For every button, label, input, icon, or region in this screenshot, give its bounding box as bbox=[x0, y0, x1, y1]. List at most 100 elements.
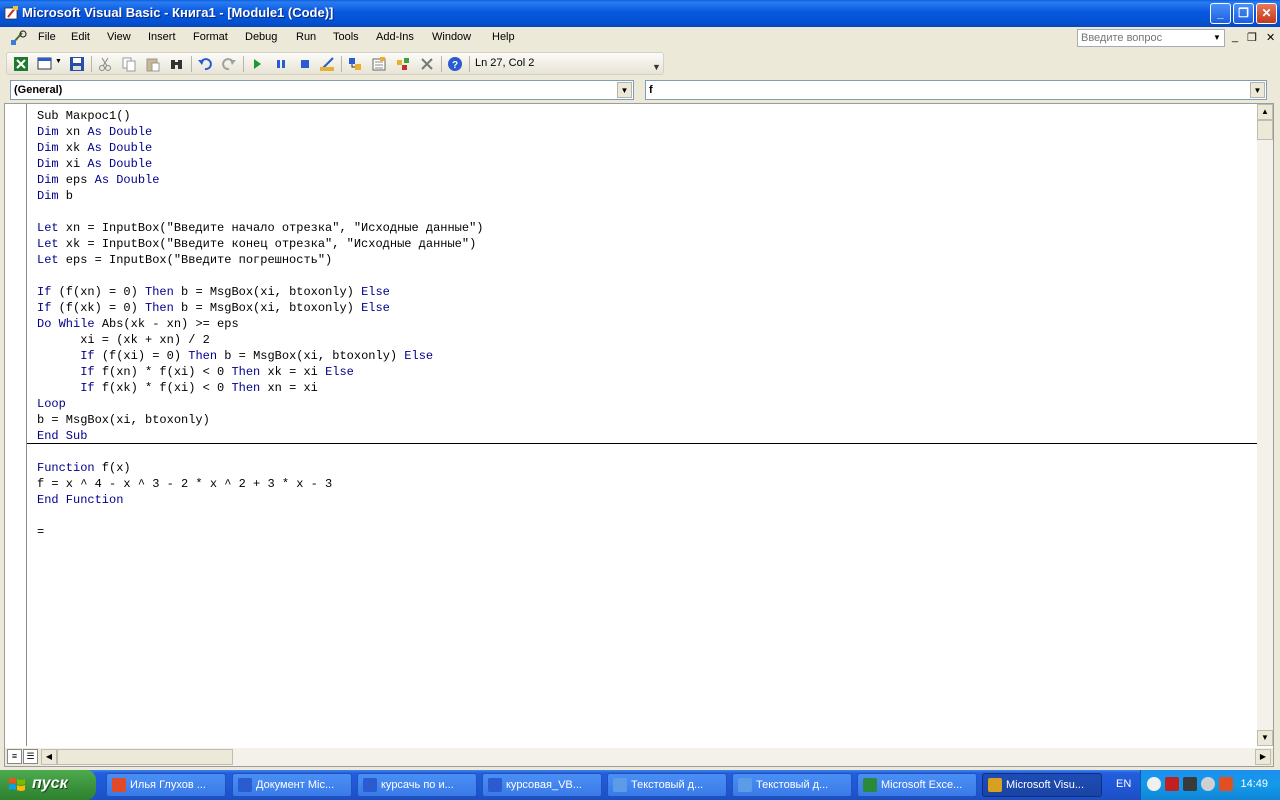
save-icon[interactable] bbox=[69, 56, 85, 72]
menu-debug[interactable]: Debug bbox=[245, 31, 277, 43]
code-line[interactable]: Loop bbox=[37, 396, 483, 412]
taskbar-button[interactable]: Илья Глухов ... bbox=[106, 773, 226, 797]
code-line[interactable]: = bbox=[37, 524, 483, 540]
code-line[interactable]: f = x ^ 4 - x ^ 3 - 2 * x ^ 2 + 3 * x - … bbox=[37, 476, 483, 492]
vertical-scrollbar[interactable]: ▲ ▼ bbox=[1257, 104, 1273, 746]
chevron-down-icon[interactable]: ▼ bbox=[1211, 31, 1223, 45]
code-line[interactable]: If f(xn) * f(xi) < 0 Then xk = xi Else bbox=[37, 364, 483, 380]
help-question-input[interactable] bbox=[1078, 30, 1208, 46]
insert-userform-icon[interactable] bbox=[37, 56, 53, 72]
language-indicator[interactable]: EN bbox=[1116, 778, 1131, 790]
properties-icon[interactable] bbox=[371, 56, 387, 72]
restore-button[interactable]: ❐ bbox=[1233, 3, 1254, 24]
scroll-down-icon[interactable]: ▼ bbox=[1257, 730, 1273, 746]
code-line[interactable]: Let xn = InputBox("Введите начало отрезк… bbox=[37, 220, 483, 236]
horizontal-scrollbar[interactable]: ◀ ▶ bbox=[41, 748, 1271, 766]
code-line[interactable]: Dim b bbox=[37, 188, 483, 204]
taskbar-button[interactable]: Документ Mic... bbox=[232, 773, 352, 797]
find-icon[interactable] bbox=[169, 56, 185, 72]
procedure-combo[interactable]: f ▼ bbox=[645, 80, 1267, 100]
excel-icon[interactable] bbox=[13, 56, 29, 72]
menu-window[interactable]: Window bbox=[432, 31, 471, 43]
menu-tools[interactable]: Tools bbox=[333, 31, 359, 43]
taskbar-button[interactable]: Текстовый д... bbox=[732, 773, 852, 797]
menu-format[interactable]: Format bbox=[193, 31, 228, 43]
design-mode-icon[interactable] bbox=[319, 56, 335, 72]
scroll-up-icon[interactable]: ▲ bbox=[1257, 104, 1273, 120]
scroll-right-icon[interactable]: ▶ bbox=[1255, 749, 1271, 765]
menu-help[interactable]: Help bbox=[492, 31, 515, 43]
chevron-down-icon[interactable]: ▼ bbox=[55, 58, 62, 65]
taskbar-button[interactable]: Microsoft Visu... bbox=[982, 773, 1102, 797]
project-explorer-icon[interactable] bbox=[347, 56, 363, 72]
scroll-thumb[interactable] bbox=[57, 749, 233, 765]
mdi-minimize-button[interactable]: _ bbox=[1232, 31, 1238, 43]
menu-run[interactable]: Run bbox=[296, 31, 316, 43]
menu-edit[interactable]: Edit bbox=[71, 31, 90, 43]
code-line[interactable]: Dim xn As Double bbox=[37, 124, 483, 140]
antivirus-icon[interactable] bbox=[1219, 777, 1233, 791]
procedure-view-icon[interactable]: ≡ bbox=[7, 749, 22, 764]
menu-file[interactable]: File bbox=[38, 31, 56, 43]
code-line[interactable]: Sub Макрос1() bbox=[37, 108, 483, 124]
code-line[interactable]: Let eps = InputBox("Введите погрешность"… bbox=[37, 252, 483, 268]
code-line[interactable]: xi = (xk + xn) / 2 bbox=[37, 332, 483, 348]
code-line[interactable]: If (f(xi) = 0) Then b = MsgBox(xi, btoxo… bbox=[37, 348, 483, 364]
chevron-down-icon[interactable]: ▼ bbox=[617, 82, 632, 98]
speaker-icon[interactable] bbox=[1201, 777, 1215, 791]
code-editor[interactable]: Sub Макрос1() Dim xn As Double Dim xk As D… bbox=[37, 108, 483, 540]
code-line[interactable]: Let xk = InputBox("Введите конец отрезка… bbox=[37, 236, 483, 252]
copy-icon[interactable] bbox=[121, 56, 137, 72]
code-line[interactable] bbox=[37, 268, 483, 284]
run-icon[interactable] bbox=[249, 56, 265, 72]
code-line[interactable]: Dim xk As Double bbox=[37, 140, 483, 156]
undo-icon[interactable] bbox=[197, 56, 213, 72]
back-arrow-icon[interactable] bbox=[1147, 777, 1161, 791]
vba-app-icon[interactable] bbox=[4, 5, 20, 21]
help-icon[interactable]: ? bbox=[447, 56, 463, 72]
menu-insert[interactable]: Insert bbox=[148, 31, 176, 43]
start-button[interactable]: пуск bbox=[0, 770, 96, 800]
code-line[interactable] bbox=[37, 508, 483, 524]
toolbox-icon[interactable] bbox=[419, 56, 435, 72]
code-line[interactable]: Do While Abs(xk - xn) >= eps bbox=[37, 316, 483, 332]
code-line[interactable] bbox=[37, 444, 483, 460]
redo-icon[interactable] bbox=[221, 56, 237, 72]
mdi-close-button[interactable]: ✕ bbox=[1266, 31, 1275, 44]
taskbar-button[interactable]: курсовая_VB... bbox=[482, 773, 602, 797]
menu-view[interactable]: View bbox=[107, 31, 131, 43]
code-line[interactable]: Function f(x) bbox=[37, 460, 483, 476]
taskbar-button[interactable]: курсачь по и... bbox=[357, 773, 477, 797]
cut-icon[interactable] bbox=[97, 56, 113, 72]
code-window[interactable]: Sub Макрос1() Dim xn As Double Dim xk As D… bbox=[4, 103, 1274, 767]
code-line[interactable]: If f(xk) * f(xi) < 0 Then xn = xi bbox=[37, 380, 483, 396]
code-line[interactable]: b = MsgBox(xi, btoxonly) bbox=[37, 412, 483, 428]
full-module-view-icon[interactable]: ☰ bbox=[23, 749, 38, 764]
network-icon[interactable] bbox=[1183, 777, 1197, 791]
close-button[interactable]: ✕ bbox=[1256, 3, 1277, 24]
object-combo[interactable]: (General) ▼ bbox=[10, 80, 634, 100]
code-line[interactable] bbox=[37, 204, 483, 220]
code-line[interactable]: If (f(xn) = 0) Then b = MsgBox(xi, btoxo… bbox=[37, 284, 483, 300]
paste-icon[interactable] bbox=[145, 56, 161, 72]
code-line[interactable]: Dim eps As Double bbox=[37, 172, 483, 188]
toolbar-options-icon[interactable]: ▼ bbox=[652, 62, 661, 72]
vba-icon[interactable] bbox=[10, 30, 28, 46]
object-browser-icon[interactable] bbox=[395, 56, 411, 72]
scroll-thumb[interactable] bbox=[1257, 120, 1273, 140]
mdi-restore-button[interactable]: ❐ bbox=[1247, 31, 1257, 44]
menu-add-ins[interactable]: Add-Ins bbox=[376, 31, 414, 43]
scroll-left-icon[interactable]: ◀ bbox=[41, 749, 57, 765]
help-question-box[interactable]: ▼ bbox=[1077, 29, 1225, 47]
minimize-button[interactable]: _ bbox=[1210, 3, 1231, 24]
media-icon[interactable] bbox=[1165, 777, 1179, 791]
break-icon[interactable] bbox=[273, 56, 289, 72]
code-line[interactable]: Dim xi As Double bbox=[37, 156, 483, 172]
margin-indicator-bar[interactable] bbox=[5, 104, 27, 746]
code-line[interactable]: End Function bbox=[37, 492, 483, 508]
chevron-down-icon[interactable]: ▼ bbox=[1250, 82, 1265, 98]
reset-icon[interactable] bbox=[297, 56, 313, 72]
code-line[interactable]: End Sub bbox=[37, 428, 483, 444]
taskbar-button[interactable]: Текстовый д... bbox=[607, 773, 727, 797]
code-line[interactable]: If (f(xk) = 0) Then b = MsgBox(xi, btoxo… bbox=[37, 300, 483, 316]
